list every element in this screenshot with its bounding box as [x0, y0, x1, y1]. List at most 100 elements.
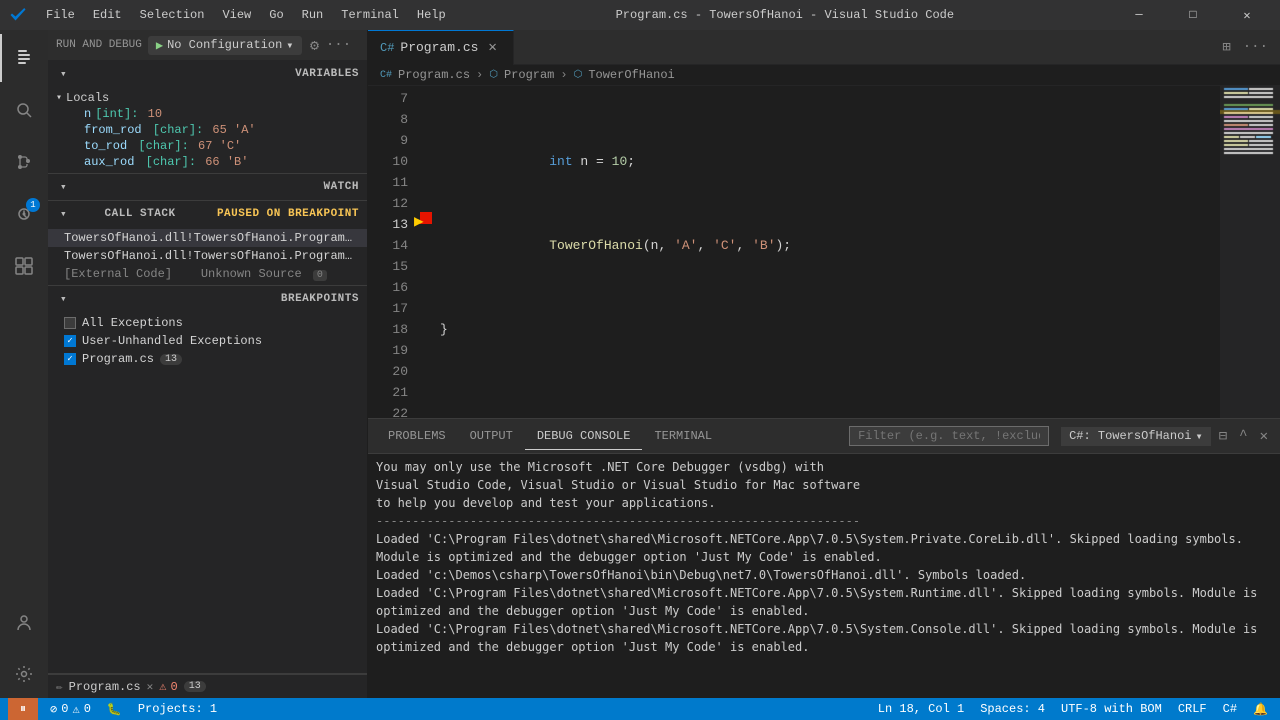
panel-layout-button[interactable]: ⊟: [1215, 424, 1231, 449]
call-stack-item-0[interactable]: TowersOfHanoi.dll!TowersOfHanoi.Program.…: [48, 229, 367, 247]
ln-16: 16: [368, 277, 408, 298]
unhandled-exceptions-checkbox[interactable]: [64, 335, 76, 347]
cs-breadcrumb-icon: C#: [380, 70, 392, 81]
panel-tab-terminal[interactable]: TERMINAL: [642, 423, 724, 450]
menu-run[interactable]: Run: [294, 6, 332, 24]
breakpoint-unhandled[interactable]: User-Unhandled Exceptions: [48, 332, 367, 350]
status-projects[interactable]: Projects: 1: [134, 698, 221, 720]
panel-tab-problems[interactable]: PROBLEMS: [376, 423, 458, 450]
var-n-type: [int]:: [95, 107, 138, 121]
external-code-label: [External Code]: [64, 267, 172, 281]
activity-account-icon[interactable]: [0, 598, 48, 646]
status-encoding[interactable]: UTF-8 with BOM: [1057, 698, 1166, 720]
breakpoint-all-exceptions[interactable]: All Exceptions: [48, 314, 367, 332]
menu-help[interactable]: Help: [409, 6, 454, 24]
ln-11: 11: [368, 172, 408, 193]
var-aux-rod-type: [char]:: [138, 155, 196, 169]
ln-14: 14: [368, 235, 408, 256]
status-line-ending[interactable]: CRLF: [1174, 698, 1211, 720]
activity-extensions-icon[interactable]: [0, 242, 48, 290]
menu-view[interactable]: View: [214, 6, 259, 24]
gear-button[interactable]: ⚙: [304, 34, 326, 56]
breadcrumb-sep-2: ›: [560, 68, 567, 82]
tab-close-button[interactable]: ✕: [484, 37, 500, 58]
panel-content[interactable]: You may only use the Microsoft .NET Core…: [368, 454, 1280, 698]
activity-explorer-icon[interactable]: [0, 34, 48, 82]
debug-config-selector[interactable]: ▶ No Configuration ▾: [148, 36, 302, 55]
ln-22: 22: [368, 403, 408, 418]
status-debug-icon[interactable]: 🐛: [103, 698, 126, 720]
breakpoints-label: BREAKPOINTS: [281, 293, 359, 305]
activity-source-control-icon[interactable]: [0, 138, 48, 186]
panel-minimize-button[interactable]: ^: [1235, 424, 1251, 448]
breadcrumb-class[interactable]: Program: [504, 68, 554, 82]
menu-go[interactable]: Go: [261, 6, 291, 24]
locals-header[interactable]: ▾ Locals: [48, 90, 367, 106]
config-name: No Configuration: [167, 38, 282, 52]
status-debug-icon-item[interactable]: ⏸: [16, 698, 30, 720]
menu-selection[interactable]: Selection: [132, 6, 213, 24]
menu-file[interactable]: File: [38, 6, 83, 24]
lang-select[interactable]: C#: TowersOfHanoi ▾: [1061, 427, 1211, 446]
status-language[interactable]: C#: [1219, 698, 1241, 720]
console-line-0: You may only use the Microsoft .NET Core…: [376, 458, 1272, 476]
status-errors[interactable]: ⊘ 0 ⚠ 0: [46, 698, 95, 720]
line-numbers: 7 8 9 10 11 12 13 14 15 16 17 18 19 20 2…: [368, 86, 416, 418]
panel-close-button[interactable]: ✕: [1256, 424, 1272, 449]
chevron-down-icon: ▾: [286, 38, 293, 53]
panel-tab-output[interactable]: OUTPUT: [458, 423, 525, 450]
breakpoints-header[interactable]: ▾ BREAKPOINTS: [48, 286, 367, 312]
variables-section: ▾ VARIABLES ▾ Locals n [int]: 10 from_ro…: [48, 61, 367, 174]
minimize-button[interactable]: ─: [1116, 0, 1162, 30]
unknown-source-label: Unknown Source: [201, 267, 302, 281]
window-title: Program.cs - TowersOfHanoi - Visual Stud…: [616, 8, 954, 22]
code-content[interactable]: int n = 10; TowerOfHanoi(n, 'A', 'C', 'B…: [436, 86, 1220, 418]
panel: PROBLEMS OUTPUT DEBUG CONSOLE TERMINAL C…: [368, 418, 1280, 698]
status-notifications[interactable]: 🔔: [1249, 698, 1272, 720]
activity-debug-icon[interactable]: 1: [0, 190, 48, 238]
watch-header[interactable]: ▾ WATCH: [48, 174, 367, 200]
close-file-icon[interactable]: ✕: [147, 680, 154, 694]
var-from-rod: from_rod [char]: 65 'A': [48, 122, 367, 138]
window-controls: ─ □ ✕: [1116, 0, 1270, 30]
breadcrumb-method[interactable]: TowerOfHanoi: [588, 68, 674, 82]
close-button[interactable]: ✕: [1224, 0, 1270, 30]
more-tabs-button[interactable]: ···: [1239, 35, 1272, 59]
call-stack-content: TowersOfHanoi.dll!TowersOfHanoi.Program.…: [48, 227, 367, 285]
run-debug-label: RUN AND DEBUG: [56, 39, 142, 51]
split-editor-button[interactable]: ⊞: [1218, 35, 1234, 60]
status-spaces[interactable]: Spaces: 4: [976, 698, 1049, 720]
call-stack-triangle-icon: ▾: [60, 207, 67, 221]
status-position[interactable]: Ln 18, Col 1: [874, 698, 968, 720]
tab-program-cs[interactable]: C# Program.cs ✕: [368, 30, 514, 65]
more-actions-button[interactable]: ···: [328, 34, 350, 56]
panel-tabs: PROBLEMS OUTPUT DEBUG CONSOLE TERMINAL C…: [368, 419, 1280, 454]
code-editor[interactable]: 7 8 9 10 11 12 13 14 15 16 17 18 19 20 2…: [368, 86, 1280, 418]
var-to-rod-name: to_rod: [84, 139, 127, 153]
restore-button[interactable]: □: [1170, 0, 1216, 30]
panel-filter-input[interactable]: [849, 426, 1049, 446]
breakpoint-program-cs[interactable]: Program.cs 13: [48, 350, 367, 368]
program-cs-checkbox[interactable]: [64, 353, 76, 365]
line-ending-label: CRLF: [1178, 702, 1207, 716]
console-line-6: Loaded 'C:\Program Files\dotnet\shared\M…: [376, 584, 1272, 620]
menu-edit[interactable]: Edit: [85, 6, 130, 24]
all-exceptions-checkbox[interactable]: [64, 317, 76, 329]
error-number: 0: [171, 680, 178, 694]
activity-search-icon[interactable]: [0, 86, 48, 134]
call-stack-item-2[interactable]: [External Code] Unknown Source 0: [48, 265, 367, 283]
var-aux-rod: aux_rod [char]: 66 'B': [48, 154, 367, 170]
all-exceptions-label: All Exceptions: [82, 316, 183, 330]
activity-settings-icon[interactable]: [0, 650, 48, 698]
ln-15: 15: [368, 256, 408, 277]
bug-icon: 🐛: [107, 702, 122, 717]
variables-header[interactable]: ▾ VARIABLES: [48, 61, 367, 87]
title-bar: File Edit Selection View Go Run Terminal…: [0, 0, 1280, 30]
breadcrumb-file[interactable]: Program.cs: [398, 68, 470, 82]
panel-tab-debug-console[interactable]: DEBUG CONSOLE: [525, 423, 643, 450]
ln-18: 18: [368, 319, 408, 340]
call-stack-item-1[interactable]: TowersOfHanoi.dll!TowersOfHanoi.Program.…: [48, 247, 367, 265]
gutter: ▶: [416, 86, 436, 418]
call-stack-header[interactable]: ▾ CALL STACK Paused on breakpoint: [48, 201, 367, 227]
menu-terminal[interactable]: Terminal: [333, 6, 407, 24]
